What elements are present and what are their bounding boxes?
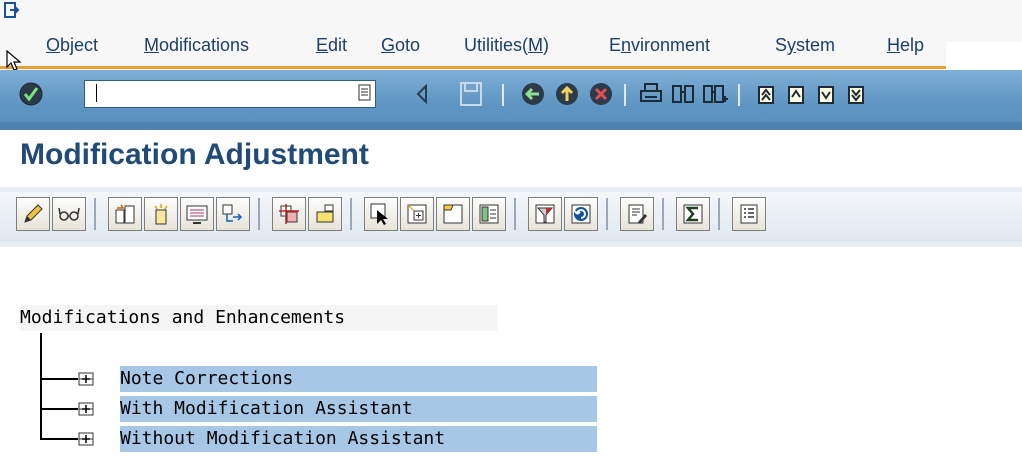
tree-connector-line: [40, 333, 42, 439]
menu-accent-line: [0, 66, 946, 69]
toolbar-separator: [738, 84, 740, 106]
expand-node-icon[interactable]: [78, 372, 94, 386]
text-caret: [96, 84, 97, 102]
edit-button[interactable]: [16, 197, 50, 231]
next-page-icon[interactable]: [812, 79, 842, 109]
toolbar-separator: [606, 198, 608, 230]
toolbar-separator: [624, 84, 626, 106]
mouse-cursor-icon: [6, 50, 22, 71]
pencil-icon: [24, 204, 43, 223]
collapse-icon: [443, 204, 463, 224]
toolbar-separator: [718, 198, 720, 230]
hierarchy-button[interactable]: [272, 197, 306, 231]
monitor-icon: [186, 205, 208, 224]
save-icon[interactable]: [456, 79, 486, 109]
tree-branch-line: [40, 378, 78, 380]
transfer-icon: [222, 204, 243, 222]
filter-icon: [535, 204, 555, 224]
tree-node-with-modification-assistant[interactable]: With Modification Assistant: [120, 396, 597, 422]
menu-object[interactable]: Object: [46, 35, 98, 56]
toolbar-separator: [258, 198, 260, 230]
cursor-select-icon: [370, 203, 388, 225]
document-button[interactable]: [620, 197, 654, 231]
expand-node-icon[interactable]: [78, 402, 94, 416]
menu-utilities[interactable]: Utilities(M): [464, 35, 549, 56]
subtree-button[interactable]: [472, 197, 506, 231]
adjust-button[interactable]: [108, 197, 142, 231]
hierarchy-icon: [279, 204, 299, 224]
toolbar-separator: [502, 84, 504, 106]
first-page-icon[interactable]: [752, 79, 782, 109]
transfer-button[interactable]: [216, 197, 250, 231]
toolbar-separator: [350, 198, 352, 230]
cancel-icon[interactable]: [586, 79, 616, 109]
print-icon[interactable]: [636, 79, 666, 109]
menu-modifications[interactable]: Modifications: [144, 35, 249, 56]
expand-icon: [407, 204, 427, 224]
legend-button[interactable]: [732, 197, 766, 231]
legend-icon: [740, 204, 758, 224]
filter-button[interactable]: [528, 197, 562, 231]
toolbar-bottom-band: [0, 122, 1022, 130]
command-field[interactable]: [84, 80, 376, 108]
collapse-button[interactable]: [436, 197, 470, 231]
expand-node-icon[interactable]: [78, 432, 94, 446]
system-menu-icon[interactable]: [4, 2, 20, 20]
menu-help[interactable]: Help: [887, 35, 924, 56]
reset-icon: [154, 204, 168, 225]
refresh-icon: [571, 204, 591, 224]
command-field-dropdown-icon[interactable]: [357, 83, 373, 103]
toolbar-separator: [94, 198, 96, 230]
expand-button[interactable]: [400, 197, 434, 231]
toolbar-separator: [514, 198, 516, 230]
find-next-icon[interactable]: [700, 79, 730, 109]
choose-button[interactable]: [308, 197, 342, 231]
sigma-icon: [683, 204, 703, 224]
glasses-icon: [58, 207, 80, 221]
menu-bar: Object Modifications Edit Goto Utilities…: [0, 0, 1022, 71]
tree-root-label[interactable]: Modifications and Enhancements: [20, 305, 497, 331]
enter-icon[interactable]: [16, 79, 46, 109]
info-button[interactable]: [180, 197, 214, 231]
tree-branch-line: [40, 408, 78, 410]
adjust-icon: [115, 204, 135, 224]
window-icon: [316, 204, 334, 223]
menu-environment[interactable]: Environment: [609, 35, 710, 56]
tree-branch-line: [40, 438, 78, 440]
display-button[interactable]: [52, 197, 86, 231]
subtree-icon: [479, 204, 499, 224]
find-icon[interactable]: [668, 79, 698, 109]
back-arrow-icon[interactable]: [412, 79, 432, 109]
menu-system[interactable]: System: [775, 35, 835, 56]
toolbar-separator: [662, 198, 664, 230]
sum-button[interactable]: [676, 197, 710, 231]
tree-node-note-corrections[interactable]: Note Corrections: [120, 366, 597, 392]
tree-node-without-modification-assistant[interactable]: Without Modification Assistant: [120, 426, 597, 452]
back-icon[interactable]: [518, 79, 548, 109]
menu-edit[interactable]: Edit: [316, 35, 347, 56]
refresh-button[interactable]: [564, 197, 598, 231]
document-edit-icon: [628, 204, 647, 224]
reset-button[interactable]: [144, 197, 178, 231]
select-button[interactable]: [364, 197, 398, 231]
last-page-icon[interactable]: [842, 79, 872, 109]
previous-page-icon[interactable]: [782, 79, 812, 109]
exit-icon[interactable]: [552, 79, 582, 109]
menu-goto[interactable]: Goto: [381, 35, 420, 56]
page-title: Modification Adjustment: [20, 138, 369, 171]
